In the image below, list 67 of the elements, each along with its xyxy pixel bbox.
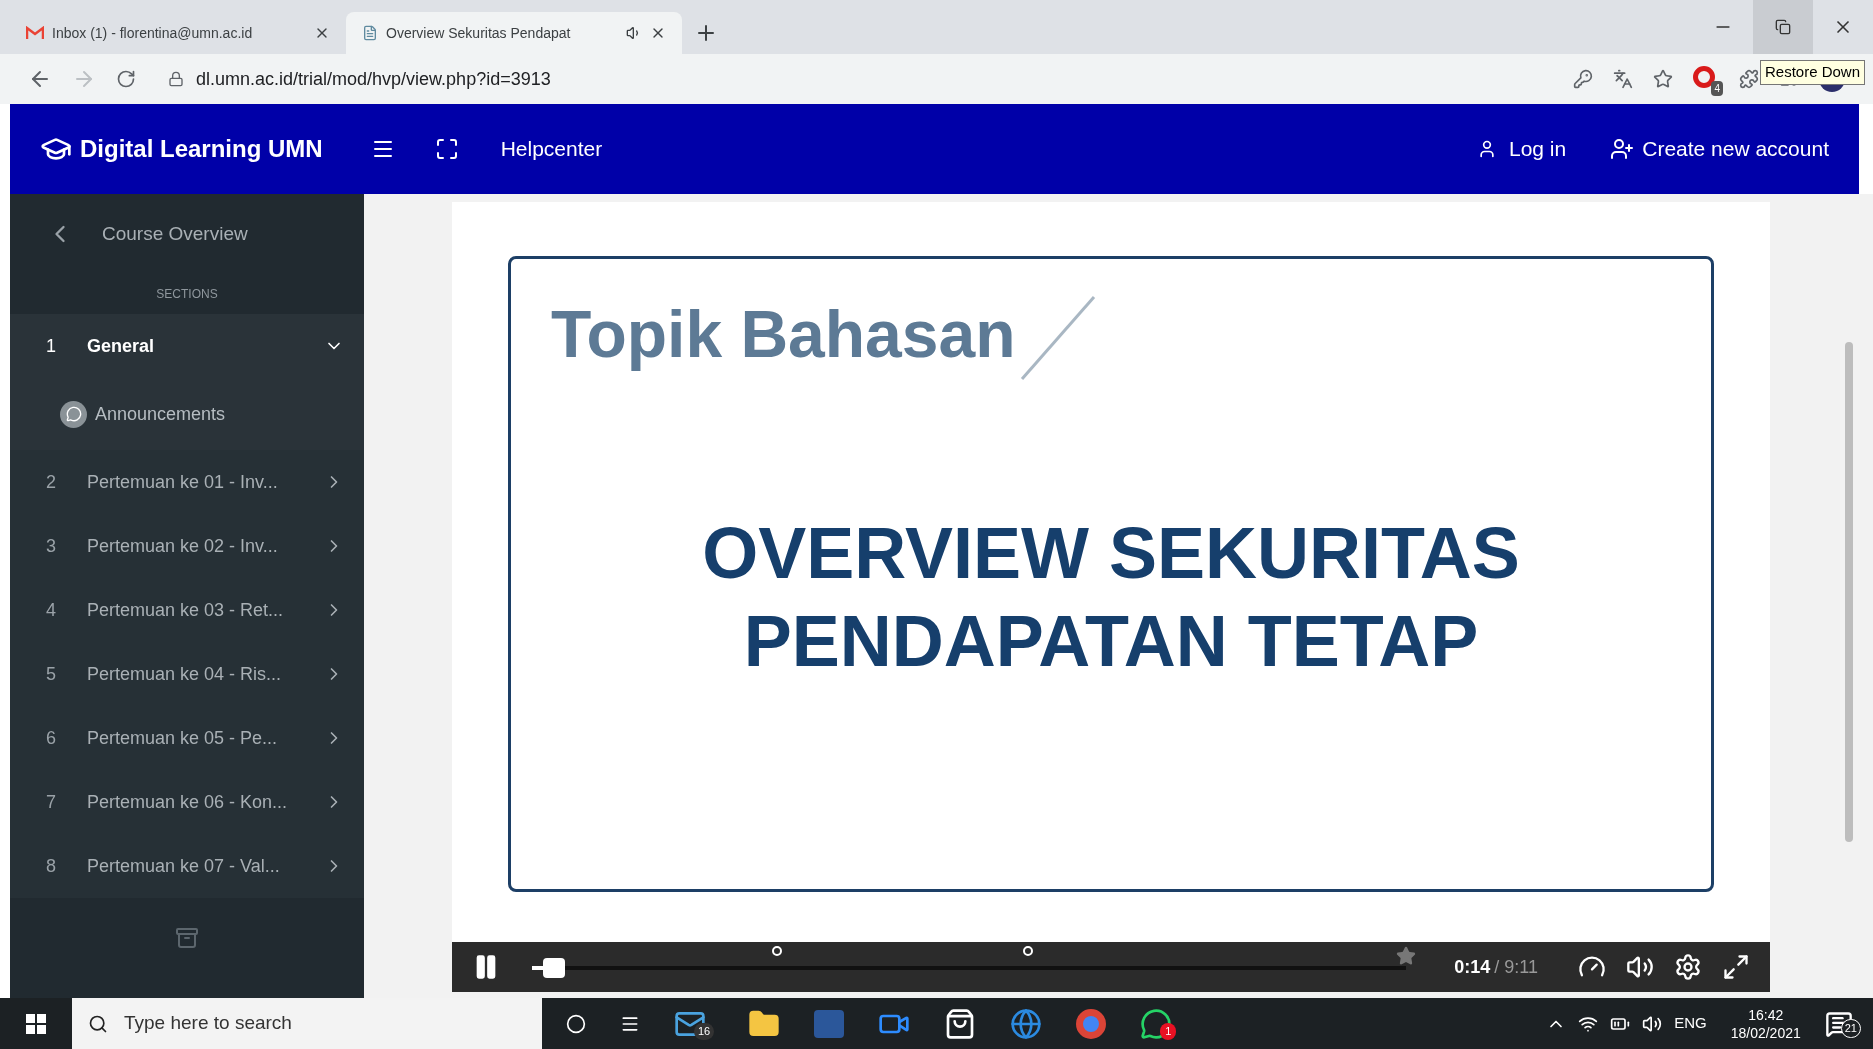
browser-tab[interactable]: Inbox (1) - florentina@umn.ac.id	[10, 12, 346, 54]
page-icon	[362, 25, 378, 41]
search-icon	[88, 1013, 108, 1034]
fullscreen-icon[interactable]	[434, 137, 459, 161]
forum-icon	[60, 400, 87, 428]
section-title: Pertemuan ke 02 - Inv...	[87, 534, 279, 558]
section-number: 3	[46, 534, 57, 558]
lock-icon[interactable]	[168, 71, 184, 87]
search-field[interactable]: Type here to search	[72, 998, 542, 1049]
bookmark-icon[interactable]	[1396, 946, 1417, 966]
progress-handle[interactable]	[543, 958, 566, 978]
slide-title: OVERVIEW SEKURITAS	[702, 511, 1520, 595]
star-icon[interactable]	[1653, 69, 1673, 89]
section-title: Pertemuan ke 07 - Val...	[87, 854, 281, 878]
translate-icon[interactable]	[1613, 69, 1633, 89]
browser-tab[interactable]: Overview Sekuritas Pendapat	[346, 12, 682, 54]
language-indicator[interactable]: ENG	[1674, 1012, 1707, 1035]
settings-icon[interactable]	[1674, 953, 1702, 981]
section-number: 1	[46, 334, 57, 358]
course-overview-link[interactable]: Course Overview	[102, 219, 248, 249]
section-item[interactable]: 5 Pertemuan ke 04 - Ris...	[10, 642, 364, 706]
site-title[interactable]: Digital Learning UMN	[80, 131, 323, 167]
section-item[interactable]: 2 Pertemuan ke 01 - Inv...	[10, 450, 364, 514]
reload-icon[interactable]	[116, 69, 136, 89]
clock[interactable]: 16:42 18/02/2021	[1730, 1005, 1801, 1042]
section-item[interactable]: 7 Pertemuan ke 06 - Kon...	[10, 770, 364, 834]
section-number: 2	[46, 470, 57, 494]
fullscreen-icon[interactable]	[1722, 953, 1750, 981]
archive-icon[interactable]	[175, 926, 199, 950]
section-title: Pertemuan ke 01 - Inv...	[87, 470, 279, 494]
tab-title: Overview Sekuritas Pendapat	[386, 23, 571, 43]
marker-icon[interactable]	[771, 946, 782, 956]
tab-title: Inbox (1) - florentina@umn.ac.id	[52, 23, 253, 43]
section-number: 5	[46, 662, 57, 686]
login-link[interactable]: Log in	[1509, 133, 1567, 165]
section-number: 7	[46, 790, 57, 814]
current-time: 0:14	[1454, 955, 1491, 979]
section-title: Pertemuan ke 06 - Kon...	[87, 790, 289, 814]
volume-icon[interactable]	[1642, 1013, 1663, 1034]
activity-item[interactable]: Announcements	[10, 378, 364, 450]
scrollbar[interactable]	[1845, 342, 1853, 842]
section-item[interactable]: 8 Pertemuan ke 07 - Val...	[10, 834, 364, 898]
mail-icon	[26, 26, 44, 40]
signup-link[interactable]: Create new account	[1642, 133, 1829, 165]
nav-link[interactable]: Helpcenter	[500, 133, 603, 165]
sections-heading: SECTIONS	[156, 286, 218, 303]
puzzle-icon[interactable]	[1739, 69, 1759, 89]
section-item[interactable]: 3 Pertemuan ke 02 - Inv...	[10, 514, 364, 578]
section-number: 8	[46, 854, 57, 878]
marker-icon[interactable]	[1023, 946, 1033, 956]
key-icon[interactable]	[1573, 69, 1593, 89]
restore-icon[interactable]	[1775, 19, 1791, 35]
section-title: General	[87, 334, 156, 358]
section-item[interactable]: 6 Pertemuan ke 05 - Pe...	[10, 706, 364, 770]
section-item[interactable]: 4 Pertemuan ke 03 - Ret...	[10, 578, 364, 642]
section-title: Pertemuan ke 05 - Pe...	[87, 726, 279, 750]
section-number: 6	[46, 726, 57, 750]
slide-title: PENDAPATAN TETAP	[743, 599, 1479, 683]
section-title: Pertemuan ke 04 - Ris...	[87, 662, 283, 686]
section-number: 4	[46, 598, 57, 622]
windows-icon[interactable]	[26, 1013, 46, 1034]
slide-heading: Topik Bahasan	[551, 296, 1016, 373]
add-user-icon	[1610, 137, 1635, 161]
user-icon	[1477, 139, 1497, 159]
tooltip: Restore Down	[1759, 60, 1865, 85]
section-title: Pertemuan ke 03 - Ret...	[87, 598, 285, 622]
duration: / 9:11	[1494, 955, 1538, 979]
